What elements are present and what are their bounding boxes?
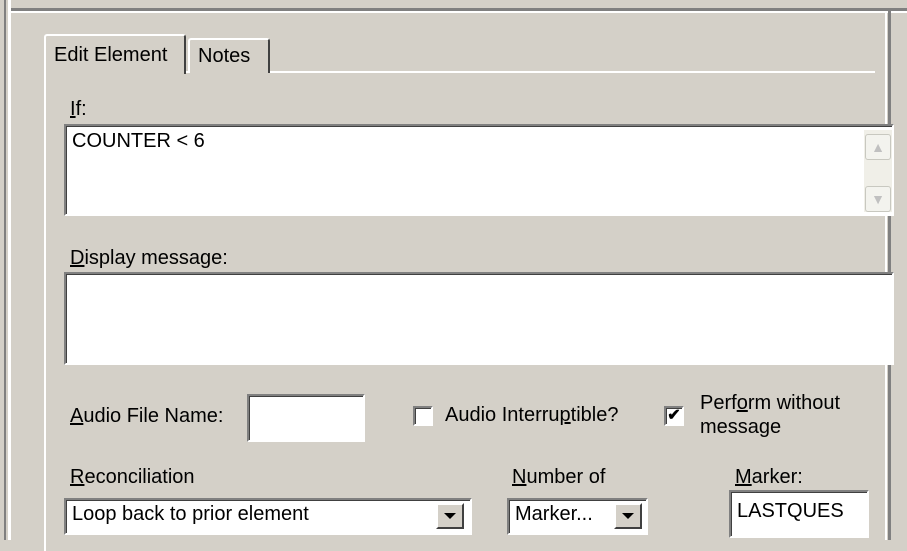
- audio-file-name-value: [249, 396, 363, 404]
- display-message-label: Display message:: [70, 247, 228, 269]
- number-of-label: Number of: [512, 466, 606, 488]
- window-border-left: [0, 0, 6, 540]
- marker-value: LASTQUES: [737, 500, 844, 522]
- if-value: COUNTER < 6: [72, 130, 205, 152]
- audio-file-name-input[interactable]: [247, 394, 365, 442]
- scroll-up-icon[interactable]: ▲: [865, 134, 891, 160]
- perform-without-message-line2: message: [700, 416, 782, 438]
- scroll-down-icon[interactable]: ▼: [865, 186, 891, 212]
- if-textarea[interactable]: COUNTER < 6 ▲ ▼: [64, 124, 894, 216]
- perform-without-message-line1: Perform without: [700, 392, 841, 414]
- perform-without-message-checkbox[interactable]: ✔: [664, 406, 684, 426]
- display-message-textarea[interactable]: [64, 272, 894, 365]
- reconciliation-label: Reconciliation: [70, 466, 195, 488]
- perform-without-message-label[interactable]: Perform without message: [700, 391, 840, 439]
- checkmark-icon: ✔: [667, 407, 681, 424]
- audio-interruptible-checkbox[interactable]: [413, 406, 433, 426]
- tab-label: Notes: [198, 45, 251, 67]
- chevron-down-icon: [622, 513, 634, 519]
- chevron-down-icon: [444, 513, 456, 519]
- audio-file-name-label: Audio File Name:: [70, 405, 224, 427]
- marker-label: Marker:: [735, 466, 803, 488]
- number-of-select[interactable]: Marker...: [507, 498, 648, 535]
- tab-label: Edit Element: [54, 43, 168, 66]
- audio-interruptible-label[interactable]: Audio Interruptible?: [445, 404, 618, 427]
- if-label: If:: [70, 98, 87, 120]
- number-of-dropdown-button[interactable]: [614, 503, 642, 529]
- window-border-left-highlight: [8, 0, 11, 540]
- if-scrollbar[interactable]: ▲ ▼: [864, 130, 892, 212]
- reconciliation-select[interactable]: Loop back to prior element: [64, 498, 472, 535]
- reconciliation-dropdown-button[interactable]: [436, 503, 464, 529]
- tab-notes[interactable]: Notes: [188, 38, 270, 73]
- display-message-value: [66, 274, 892, 282]
- reconciliation-value: Loop back to prior element: [72, 503, 309, 525]
- tab-edit-element[interactable]: Edit Element: [44, 34, 186, 74]
- window-border-top-highlight: [11, 11, 907, 13]
- marker-input[interactable]: LASTQUES: [729, 490, 869, 538]
